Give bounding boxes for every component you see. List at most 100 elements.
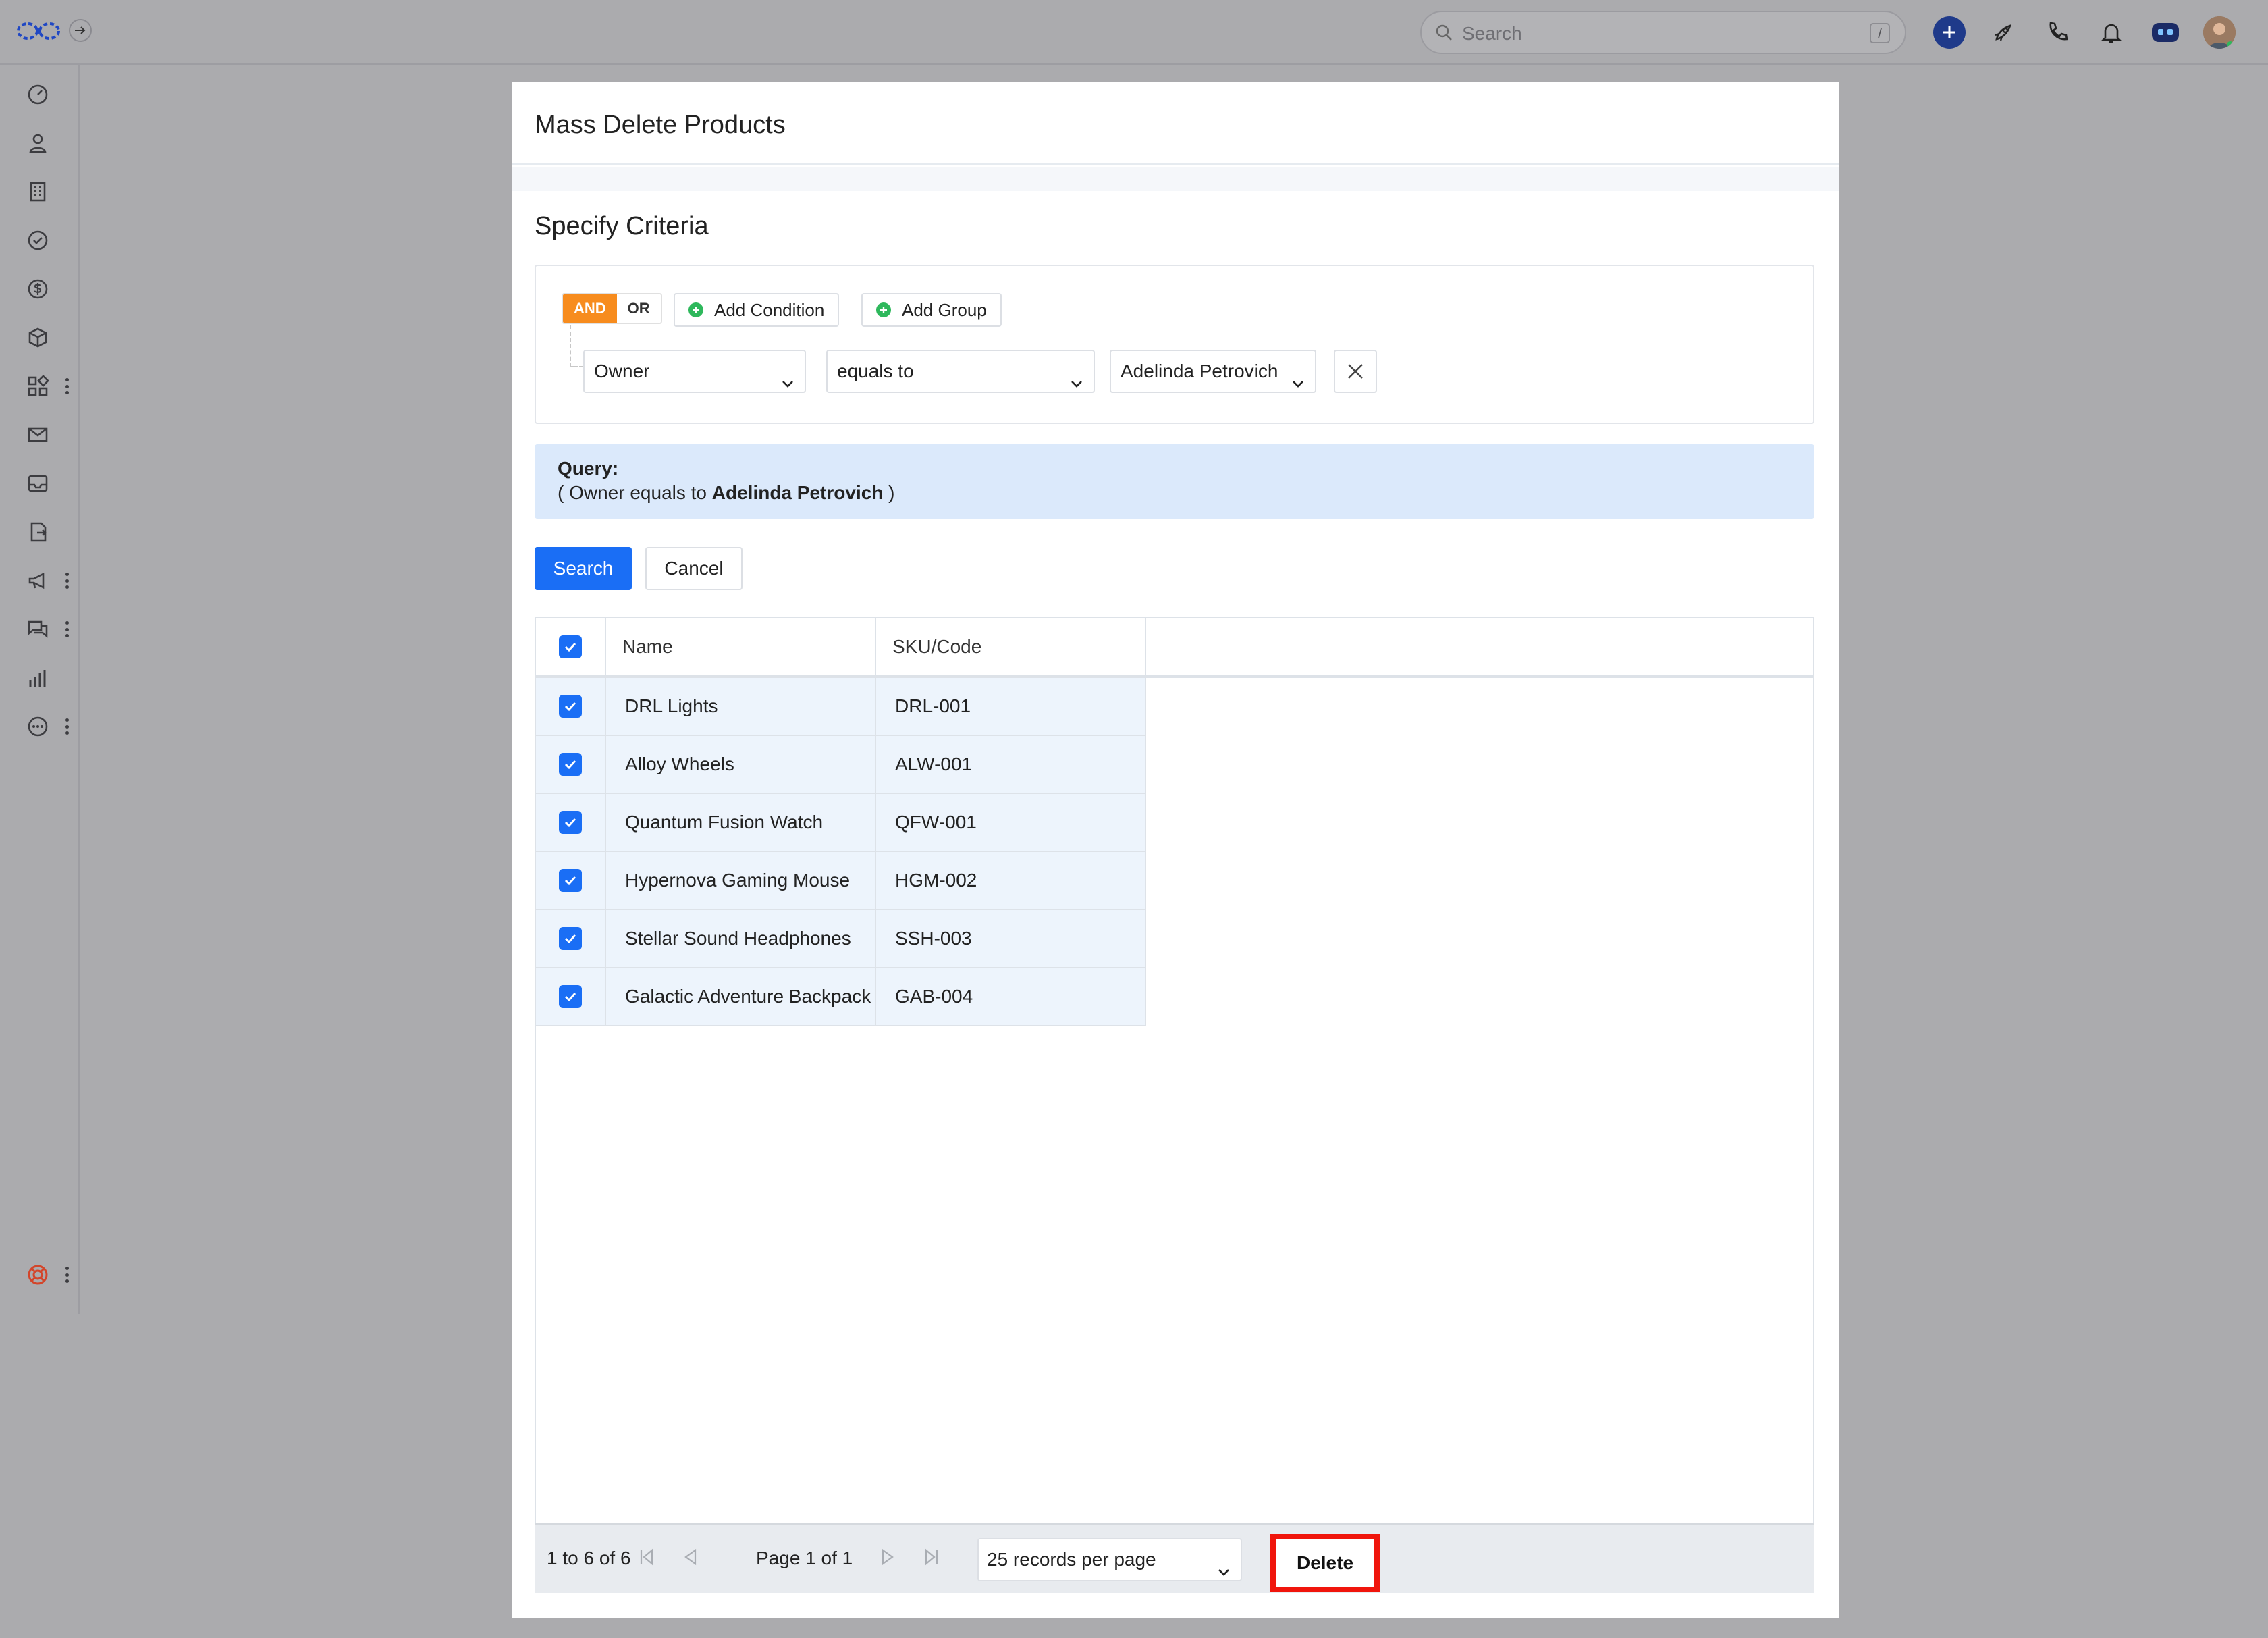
user-avatar[interactable]	[2203, 16, 2236, 49]
check-icon	[564, 702, 576, 712]
dashboard-icon[interactable]	[23, 80, 53, 109]
campaigns-more-icon[interactable]	[62, 569, 72, 593]
search-icon	[1435, 24, 1454, 46]
chevron-down-icon	[1069, 365, 1084, 405]
table-row[interactable]: DRL Lights DRL-001	[536, 678, 1146, 736]
add-condition-button[interactable]: Add Condition	[674, 293, 840, 327]
documents-icon[interactable]	[23, 517, 53, 547]
search-shortcut-key: /	[1870, 23, 1890, 43]
campaigns-icon[interactable]	[23, 566, 53, 596]
products-icon[interactable]	[23, 323, 53, 352]
field-select-value: Owner	[594, 361, 650, 381]
table-row[interactable]: Galactic Adventure Backpack GAB-004	[536, 968, 1146, 1026]
value-select[interactable]: Adelinda Petrovich	[1110, 350, 1316, 393]
search-button[interactable]: Search	[535, 547, 632, 590]
table-row[interactable]: Quantum Fusion Watch QFW-001	[536, 794, 1146, 852]
add-group-button[interactable]: Add Group	[861, 293, 1002, 327]
chevron-down-icon	[1291, 365, 1305, 405]
row-checkbox-cell	[536, 678, 606, 735]
inbox-icon[interactable]	[23, 469, 53, 498]
field-select[interactable]: Owner	[583, 350, 806, 393]
more-menu-icon[interactable]	[62, 714, 72, 739]
cell-name: Hypernova Gaming Mouse	[606, 852, 876, 909]
top-bar: /	[0, 0, 2268, 65]
chevron-down-icon	[1216, 1553, 1231, 1593]
search-input[interactable]	[1462, 19, 1840, 49]
operator-select[interactable]: equals to	[826, 350, 1095, 393]
rocket-icon[interactable]	[1987, 16, 2020, 49]
delete-button[interactable]: Delete	[1276, 1539, 1374, 1587]
column-header-name[interactable]: Name	[606, 618, 876, 675]
cancel-button[interactable]: Cancel	[645, 547, 742, 590]
apps-icon[interactable]	[23, 371, 53, 401]
mass-delete-modal: Mass Delete Products Specify Criteria AN…	[512, 82, 1839, 1618]
accounts-icon[interactable]	[23, 177, 53, 207]
row-checkbox[interactable]	[559, 811, 582, 834]
page-info: Page 1 of 1	[756, 1548, 853, 1568]
cell-sku: ALW-001	[876, 736, 1146, 793]
reports-icon[interactable]	[23, 663, 53, 693]
row-checkbox-cell	[536, 852, 606, 909]
deals-icon[interactable]	[23, 274, 53, 304]
cell-name: Stellar Sound Headphones	[606, 910, 876, 967]
query-preview: Query: ( Owner equals to Adelinda Petrov…	[535, 444, 1814, 519]
add-circle-icon	[688, 302, 703, 317]
query-open: ( Owner equals to	[558, 482, 712, 503]
mail-icon[interactable]	[23, 420, 53, 450]
create-new-button[interactable]	[1933, 16, 1966, 49]
and-toggle-button[interactable]: AND	[563, 294, 617, 323]
plus-icon	[1943, 26, 1955, 38]
contacts-icon[interactable]	[23, 128, 53, 158]
tasks-icon[interactable]	[23, 226, 53, 255]
value-select-value: Adelinda Petrovich	[1120, 361, 1278, 381]
modal-title: Mass Delete Products	[535, 111, 786, 139]
cell-sku: SSH-003	[876, 910, 1146, 967]
bell-icon[interactable]	[2095, 16, 2128, 49]
previous-page-icon[interactable]	[678, 1545, 702, 1569]
arrow-right-icon	[75, 26, 86, 34]
row-checkbox[interactable]	[559, 927, 582, 950]
assistant-bot-icon[interactable]	[2149, 16, 2182, 49]
app-logo-icon[interactable]	[16, 18, 61, 45]
page-size-select[interactable]: 25 records per page	[977, 1538, 1242, 1581]
column-header-sku[interactable]: SKU/Code	[876, 618, 1146, 675]
apps-more-icon[interactable]	[62, 374, 72, 398]
criteria-section-title: Specify Criteria	[535, 212, 709, 240]
table-row[interactable]: Hypernova Gaming Mouse HGM-002	[536, 852, 1146, 910]
check-icon	[564, 760, 576, 770]
help-more-icon[interactable]	[62, 1263, 72, 1287]
row-checkbox[interactable]	[559, 869, 582, 892]
record-count: 1 to 6 of 6	[547, 1548, 631, 1568]
condition-tree-connector	[570, 325, 583, 367]
chevron-down-icon	[780, 365, 795, 405]
select-all-cell	[536, 618, 606, 675]
modal-header: Mass Delete Products	[512, 82, 1839, 165]
table-row[interactable]: Alloy Wheels ALW-001	[536, 736, 1146, 794]
row-checkbox[interactable]	[559, 753, 582, 776]
add-circle-icon	[876, 302, 891, 317]
phone-icon[interactable]	[2041, 16, 2074, 49]
or-toggle-button[interactable]: OR	[616, 294, 661, 323]
cell-name: Galactic Adventure Backpack	[606, 968, 876, 1025]
expand-sidebar-button[interactable]	[69, 19, 92, 42]
last-page-icon[interactable]	[919, 1545, 944, 1569]
row-checkbox[interactable]	[559, 695, 582, 718]
global-search[interactable]: /	[1420, 11, 1906, 54]
row-checkbox-cell	[536, 968, 606, 1025]
operator-select-value: equals to	[837, 361, 914, 381]
more-icon[interactable]	[23, 712, 53, 741]
row-checkbox[interactable]	[559, 985, 582, 1008]
query-label: Query:	[558, 458, 619, 479]
chat-more-icon[interactable]	[62, 617, 72, 641]
chat-icon[interactable]	[23, 614, 53, 644]
grid-footer: 1 to 6 of 6 Page 1 of 1 25 records per p…	[535, 1523, 1814, 1593]
delete-highlight: Delete	[1270, 1534, 1380, 1592]
lifebuoy-icon[interactable]	[23, 1260, 53, 1290]
results-grid: Name SKU/Code DRL Lights DRL-001 Alloy Whe…	[535, 617, 1814, 1593]
select-all-checkbox[interactable]	[559, 635, 582, 658]
first-page-icon[interactable]	[634, 1545, 659, 1569]
add-condition-label: Add Condition	[714, 299, 825, 320]
next-page-icon[interactable]	[876, 1545, 900, 1569]
table-row[interactable]: Stellar Sound Headphones SSH-003	[536, 910, 1146, 968]
remove-condition-button[interactable]	[1334, 350, 1377, 393]
